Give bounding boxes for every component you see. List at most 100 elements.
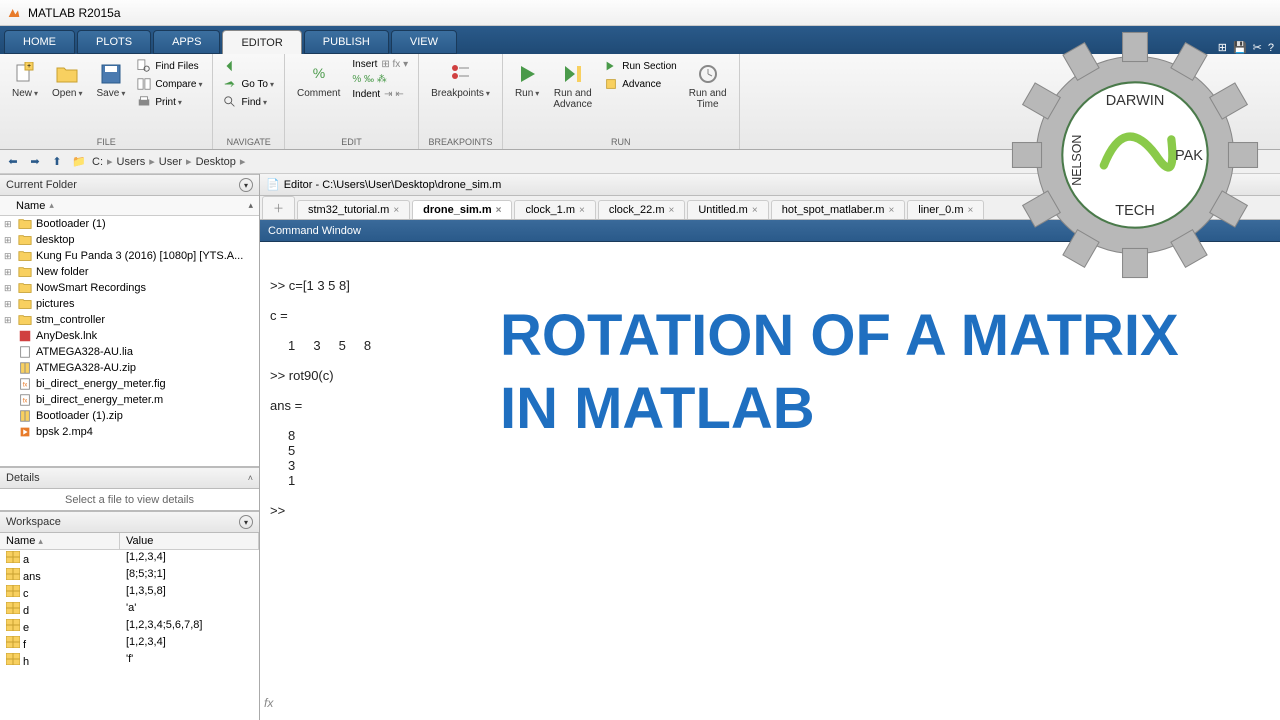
scroll-up-icon[interactable]: ▴ [248, 200, 253, 211]
close-tab-icon[interactable]: × [752, 205, 758, 216]
file-item[interactable]: ATMEGA328-AU.zip [0, 360, 259, 376]
file-icon [18, 249, 32, 263]
file-item[interactable]: fxbi_direct_energy_meter.fig [0, 376, 259, 392]
current-folder-panel: Name ▴ ▴ ⊞Bootloader (1)⊞desktop⊞Kung Fu… [0, 196, 259, 466]
open-button[interactable]: Open [48, 58, 86, 135]
workspace-columns[interactable]: Name ▴ Value [0, 533, 259, 550]
editor-doc-icon: 📄 [266, 178, 280, 191]
panel-menu-icon[interactable]: ▾ [239, 178, 253, 192]
svg-text:DARWIN: DARWIN [1106, 93, 1165, 109]
file-icon [18, 313, 32, 327]
svg-text:TECH: TECH [1115, 203, 1155, 219]
file-item[interactable]: fxbi_direct_energy_meter.m [0, 392, 259, 408]
run-button[interactable]: Run [511, 58, 543, 135]
svg-text:fx: fx [23, 398, 28, 405]
close-tab-icon[interactable]: × [579, 205, 585, 216]
breadcrumb[interactable]: C:▸ Users▸ User▸ Desktop▸ [92, 155, 245, 168]
editor-tab[interactable]: hot_spot_matlaber.m × [771, 200, 906, 219]
workspace-header: Workspace ▾ [0, 511, 259, 533]
indent-button[interactable]: Indent ⇥ ⇤ [350, 88, 410, 101]
tab-plots[interactable]: PLOTS [77, 30, 151, 54]
file-item[interactable]: ⊞Bootloader (1) [0, 216, 259, 232]
file-item[interactable]: ⊞Kung Fu Panda 3 (2016) [1080p] [YTS.A..… [0, 248, 259, 264]
tab-editor[interactable]: EDITOR [222, 30, 301, 54]
nav-back[interactable]: ⬅ [4, 153, 22, 171]
workspace-row[interactable]: a[1,2,3,4] [0, 550, 259, 567]
run-advance-icon [561, 62, 585, 86]
workspace-row[interactable]: e[1,2,3,4;5,6,7,8] [0, 618, 259, 635]
goto-button[interactable]: Go To [221, 76, 276, 92]
file-list[interactable]: ⊞Bootloader (1)⊞desktop⊞Kung Fu Panda 3 … [0, 216, 259, 466]
file-icon [18, 409, 32, 423]
new-button[interactable]: + New [8, 58, 42, 135]
file-item[interactable]: bpsk 2.mp4 [0, 424, 259, 440]
goto-icon [223, 77, 237, 91]
close-tab-icon[interactable]: × [888, 205, 894, 216]
close-tab-icon[interactable]: × [393, 205, 399, 216]
file-icon [18, 233, 32, 247]
file-item[interactable]: ⊞New folder [0, 264, 259, 280]
editor-tab[interactable]: stm32_tutorial.m × [297, 200, 410, 219]
close-tab-icon[interactable]: × [668, 205, 674, 216]
folder-column-header[interactable]: Name ▴ ▴ [0, 196, 259, 216]
workspace-menu-icon[interactable]: ▾ [239, 515, 253, 529]
compare-button[interactable]: Compare [135, 76, 204, 92]
save-icon [99, 62, 123, 86]
editor-tab-add[interactable]: ＋ [262, 196, 295, 219]
print-button[interactable]: Print [135, 94, 204, 110]
comment-button[interactable]: % Comment [293, 58, 344, 135]
save-button[interactable]: Save [93, 58, 130, 135]
editor-tab[interactable]: clock_22.m × [598, 200, 685, 219]
file-item[interactable]: Bootloader (1).zip [0, 408, 259, 424]
close-tab-icon[interactable]: × [968, 205, 974, 216]
workspace-row[interactable]: d'a' [0, 601, 259, 618]
file-item[interactable]: ⊞NowSmart Recordings [0, 280, 259, 296]
breakpoints-button[interactable]: Breakpoints [427, 58, 494, 135]
file-item[interactable]: ⊞pictures [0, 296, 259, 312]
insert-button[interactable]: Insert ⊞ fx ▾ [350, 58, 410, 71]
run-section-button[interactable]: Run Section [602, 58, 678, 74]
close-tab-icon[interactable]: × [496, 205, 502, 216]
workspace-row[interactable]: c[1,3,5,8] [0, 584, 259, 601]
svg-text:PAK: PAK [1175, 148, 1203, 164]
editor-tab[interactable]: liner_0.m × [907, 200, 984, 219]
tab-publish[interactable]: PUBLISH [304, 30, 389, 54]
editor-tab[interactable]: clock_1.m × [514, 200, 595, 219]
tab-apps[interactable]: APPS [153, 30, 220, 54]
file-icon [18, 361, 32, 375]
matlab-logo-icon [6, 5, 22, 21]
workspace-row[interactable]: f[1,2,3,4] [0, 635, 259, 652]
details-header: Details ˄ [0, 467, 259, 489]
find-button[interactable]: Find [221, 94, 276, 110]
advance-icon [604, 77, 618, 91]
brand-gear-logo: DARWIN PAK NELSON TECH [1000, 20, 1270, 290]
file-item[interactable]: ATMEGA328-AU.lia [0, 344, 259, 360]
workspace-row[interactable]: ans[8;5;3;1] [0, 567, 259, 584]
advance-button[interactable]: Advance [602, 76, 678, 92]
file-item[interactable]: AnyDesk.lnk [0, 328, 259, 344]
tab-home[interactable]: HOME [4, 30, 75, 54]
file-item[interactable]: ⊞desktop [0, 232, 259, 248]
ribbon-file-group: + New Open Save Find Files Compare Print… [0, 54, 213, 149]
editor-tab[interactable]: drone_sim.m × [412, 200, 512, 219]
file-icon [18, 329, 32, 343]
nav-back-button[interactable] [221, 58, 276, 74]
open-icon [55, 62, 79, 86]
nav-up[interactable]: ⬆ [48, 153, 66, 171]
run-advance-button[interactable]: Run and Advance [549, 58, 596, 135]
ribbon-run-group: Run Run and Advance Run Section Advance … [503, 54, 740, 149]
run-section-icon [604, 59, 618, 73]
window-title: MATLAB R2015a [28, 6, 121, 20]
nav-fwd[interactable]: ➡ [26, 153, 44, 171]
editor-tab[interactable]: Untitled.m × [687, 200, 768, 219]
find-files-button[interactable]: Find Files [135, 58, 204, 74]
file-icon [18, 265, 32, 279]
folder-icon[interactable]: 📁 [70, 153, 88, 171]
workspace-table: Name ▴ Value a[1,2,3,4]ans[8;5;3;1]c[1,3… [0, 533, 259, 720]
find-icon [223, 95, 237, 109]
workspace-row[interactable]: h'f' [0, 652, 259, 669]
comment-ops-button[interactable]: % ‰ ⁂ [350, 73, 410, 86]
tab-view[interactable]: VIEW [391, 30, 457, 54]
file-item[interactable]: ⊞stm_controller [0, 312, 259, 328]
run-time-button[interactable]: Run and Time [685, 58, 731, 135]
